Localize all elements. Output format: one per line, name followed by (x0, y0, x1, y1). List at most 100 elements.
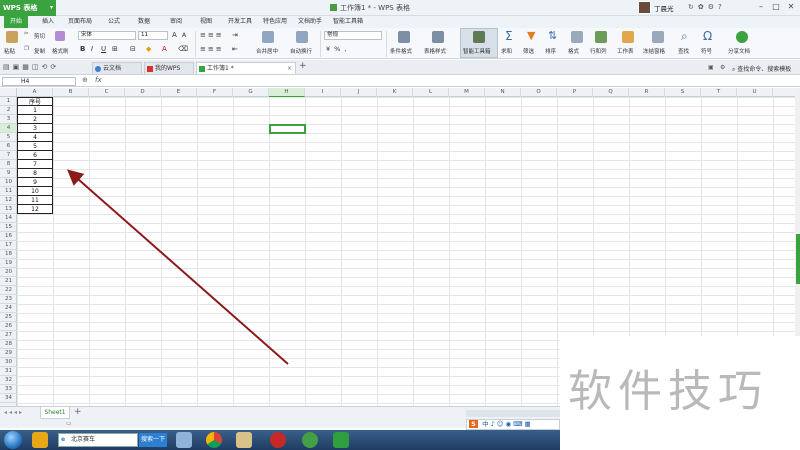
font-name-select[interactable]: 宋体 (78, 31, 136, 40)
ime-toolbar[interactable]: S 中♪☺◉⌨▦ (466, 419, 560, 430)
media-app-icon[interactable] (270, 432, 286, 448)
scissors-icon[interactable]: ✂ (24, 31, 29, 37)
number-format-select[interactable]: 常规 (324, 31, 382, 40)
freeze-panes-button[interactable]: 冻结窗格 (643, 47, 665, 55)
sort-icon[interactable]: ⇅ (548, 29, 557, 42)
format-button[interactable]: 格式 (568, 47, 579, 55)
align-top-icons[interactable]: ≡≡≡ (200, 31, 224, 39)
indent-icon[interactable]: ⇥ (232, 31, 238, 39)
paste-icon[interactable] (6, 31, 18, 43)
wps-spreadsheet-icon[interactable] (333, 432, 349, 448)
formula-input[interactable] (108, 77, 798, 86)
paste-button[interactable]: 粘贴 (4, 47, 15, 55)
sum-button[interactable]: 求和 (501, 47, 512, 55)
sheet-nav-arrows[interactable]: ◂◂◂▸ (4, 409, 24, 416)
border-icon[interactable]: ⊞ (112, 45, 118, 53)
format-painter-button[interactable]: 格式刷 (52, 47, 69, 55)
omega-icon[interactable]: Ω (703, 29, 712, 43)
avatar[interactable] (638, 1, 651, 14)
new-tab-button[interactable]: + (299, 61, 307, 71)
font-size-select[interactable]: 11 (138, 31, 168, 40)
find-button[interactable]: 查找 (678, 47, 689, 55)
sort-button[interactable]: 排序 (545, 47, 556, 55)
table-style-icon[interactable] (432, 31, 444, 43)
taskbar-search-button[interactable]: 搜索一下 (139, 433, 167, 447)
tab-workbook1[interactable]: 工作簿1 * × (196, 62, 296, 74)
rows-cols-button[interactable]: 行和列 (590, 47, 607, 55)
sum-icon[interactable]: Σ (505, 29, 513, 43)
sync-icon[interactable]: ↻ (688, 3, 698, 11)
taskbar-search-input[interactable]: e 北京赛车 (58, 433, 138, 447)
cut-button[interactable]: 剪切 (34, 32, 45, 40)
symbol-button[interactable]: 符号 (701, 47, 712, 55)
tab-developer[interactable]: 开发工具 (228, 16, 252, 28)
fx-icon[interactable]: fx (95, 76, 102, 84)
align-left-icons[interactable]: ≡≡≡ (200, 45, 224, 53)
tab-features[interactable]: 特色应用 (263, 16, 287, 28)
settings-icon[interactable]: ⚙ (708, 3, 718, 11)
merge-border-icon[interactable]: ⊟ (130, 45, 136, 53)
pinned-app-icon[interactable] (176, 432, 192, 448)
name-box[interactable]: H4 (2, 77, 76, 86)
wrap-text-icon[interactable] (296, 31, 308, 43)
tab-doc-assistant[interactable]: 文档助手 (298, 16, 322, 28)
share-icon[interactable] (736, 31, 748, 43)
add-sheet-button[interactable]: + (74, 407, 82, 417)
zoom-icon[interactable]: ⊕ (82, 76, 88, 84)
format-painter-icon[interactable] (55, 31, 65, 41)
worksheet-button[interactable]: 工作表 (617, 47, 634, 55)
tab-smart-toolbox[interactable]: 智能工具箱 (333, 16, 363, 28)
tab-data[interactable]: 数据 (138, 16, 150, 28)
bold-icon[interactable]: B (80, 45, 85, 53)
skin-icon[interactable]: ✿ (698, 3, 708, 11)
merge-center-icon[interactable] (262, 31, 274, 43)
windows-explorer-icon[interactable] (32, 432, 48, 448)
conditional-format-button[interactable]: 条件格式 (390, 47, 412, 55)
font-color-icon[interactable]: A (162, 45, 167, 53)
italic-icon[interactable]: I (91, 45, 93, 53)
close-button[interactable]: ✕ (785, 2, 797, 11)
share-button[interactable]: 分享文档 (728, 47, 750, 55)
find-icon[interactable]: ⌕ (681, 29, 688, 44)
command-search[interactable]: ⌕ 查找命令、搜索模板 (732, 64, 791, 74)
browser-icon[interactable] (302, 432, 318, 448)
grow-font-icon[interactable]: A (172, 31, 177, 39)
fill-color-icon[interactable]: ◆ (146, 45, 151, 53)
freeze-panes-icon[interactable] (652, 31, 664, 43)
outdent-icon[interactable]: ⇤ (232, 45, 238, 53)
table-style-button[interactable]: 表格样式 (424, 47, 446, 55)
chrome-icon[interactable] (206, 432, 222, 448)
conditional-format-icon[interactable] (398, 31, 410, 43)
clear-format-icon[interactable]: ⌫ (178, 45, 188, 53)
tab-cloud-docs[interactable]: 云文档 (92, 62, 142, 74)
merge-center-button[interactable]: 合并居中 (256, 47, 278, 55)
help-icon[interactable]: ? (718, 3, 726, 11)
rows-cols-icon[interactable] (595, 31, 607, 43)
shrink-font-icon[interactable]: A (182, 32, 186, 39)
tab-formulas[interactable]: 公式 (108, 16, 120, 28)
filter-button[interactable]: 筛选 (523, 47, 534, 55)
tab-insert[interactable]: 插入 (42, 16, 54, 28)
copy-icon[interactable]: ❐ (24, 46, 29, 52)
wrap-text-button[interactable]: 自动换行 (290, 47, 312, 55)
sheet-tab-sheet1[interactable]: Sheet1 (40, 407, 70, 419)
filter-icon[interactable]: ▼ (527, 29, 535, 42)
settings-icon[interactable]: ⚙ (720, 64, 725, 71)
underline-icon[interactable]: U (101, 45, 106, 53)
app-menu-button[interactable]: WPS 表格 ▾ (0, 0, 56, 16)
horizontal-scrollbar[interactable] (466, 410, 560, 417)
close-tab-icon[interactable]: × (287, 63, 292, 75)
maximize-button[interactable]: □ (770, 2, 782, 11)
folder-icon[interactable] (236, 432, 252, 448)
worksheet-icon[interactable] (622, 31, 634, 43)
tab-home[interactable]: 开始 (4, 16, 29, 28)
minimize-button[interactable]: – (755, 2, 767, 11)
quick-access-icons[interactable]: ▤▣▦◫⟲⟳ (3, 63, 59, 71)
tab-my-wps[interactable]: 我的WPS (144, 62, 194, 74)
format-icon[interactable] (571, 31, 583, 43)
number-format-icons[interactable]: ¥%‚ (326, 45, 350, 53)
tab-page-layout[interactable]: 页面布局 (68, 16, 92, 28)
tab-view[interactable]: 视图 (200, 16, 212, 28)
vertical-scroll-thumb[interactable] (796, 234, 800, 284)
toolbar-toggle-icon[interactable]: ▣ (708, 64, 714, 71)
